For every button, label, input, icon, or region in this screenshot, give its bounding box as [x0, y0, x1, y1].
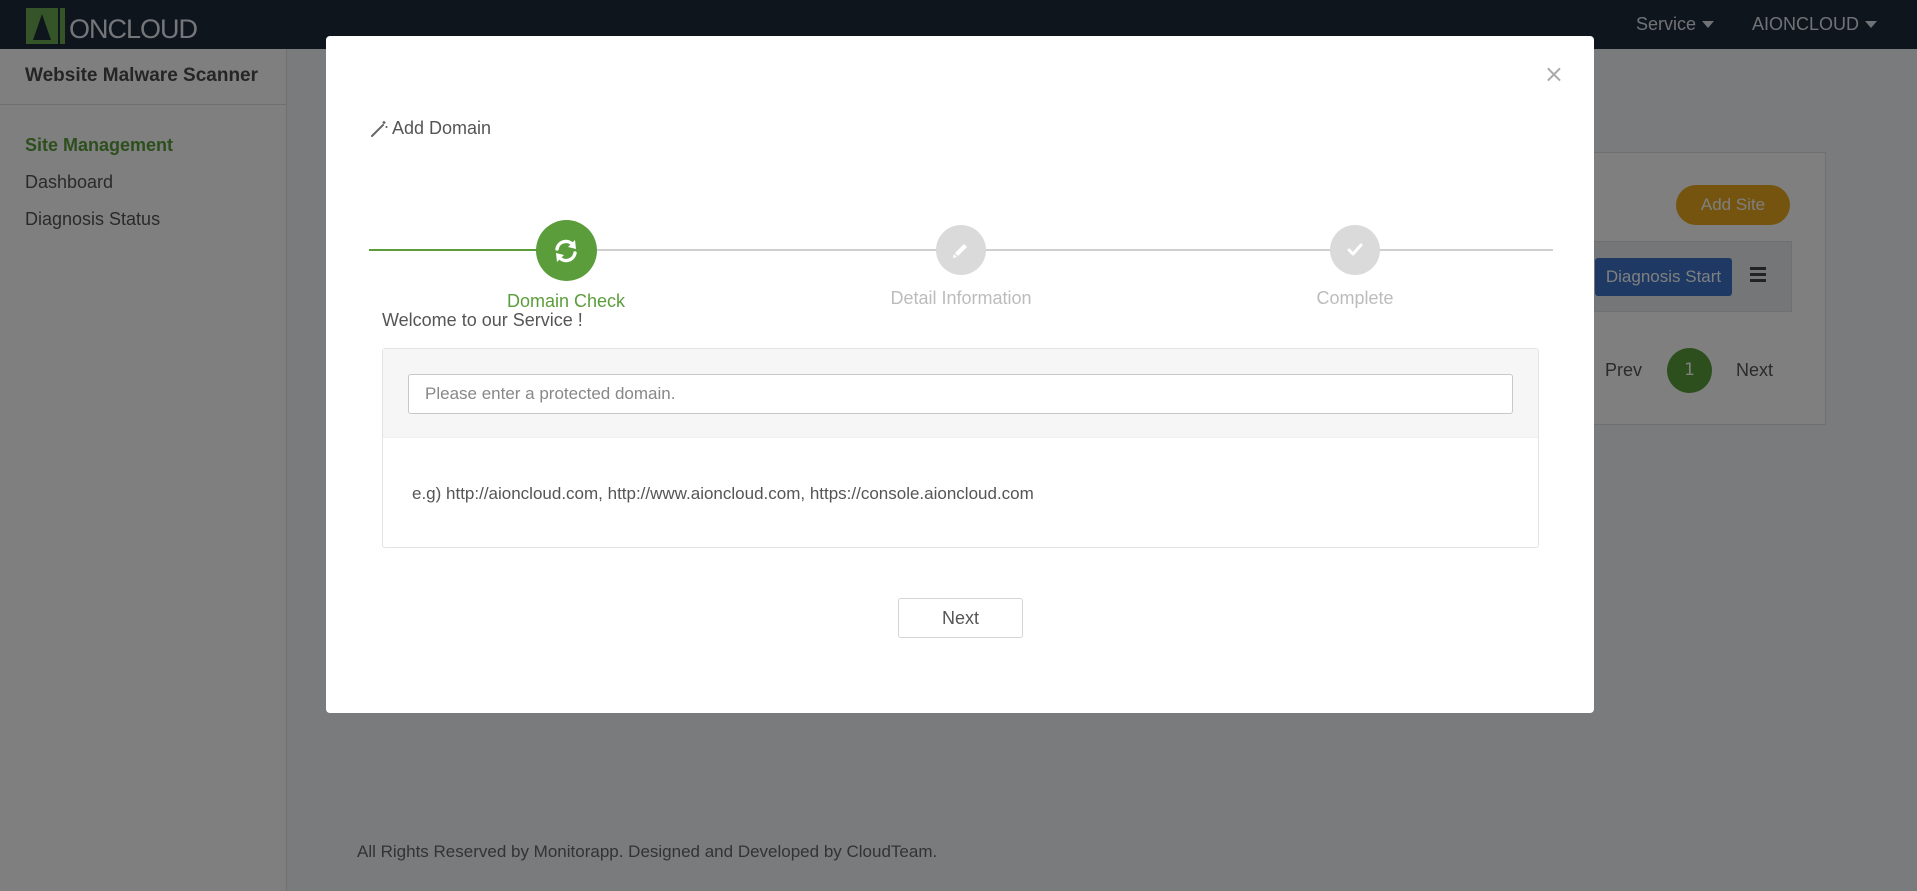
domain-input-area [383, 349, 1538, 438]
step-label: Complete [1316, 288, 1394, 308]
magic-wand-icon [371, 120, 388, 137]
pencil-icon [953, 244, 967, 258]
step-label: Detail Information [890, 288, 1032, 308]
step-circle [535, 220, 597, 281]
step-domain-check: Domain Check [456, 184, 676, 312]
domain-form-card: e.g) http://aioncloud.com, http://www.ai… [382, 348, 1539, 548]
step-circle [936, 225, 986, 275]
domain-input[interactable] [408, 374, 1513, 414]
add-domain-modal: × Add Domain Domain Check Detail Informa… [326, 36, 1594, 713]
step-label: Domain Check [506, 291, 626, 311]
domain-example-text: e.g) http://aioncloud.com, http://www.ai… [412, 484, 1034, 503]
check-icon [1347, 243, 1363, 256]
modal-title: Add Domain [370, 118, 491, 139]
close-button[interactable]: × [1544, 62, 1564, 86]
next-button[interactable]: Next [898, 598, 1023, 638]
welcome-text: Welcome to our Service ! [382, 310, 583, 330]
step-progress: Domain Check Detail Information Complete [369, 184, 1553, 311]
step-detail-information: Detail Information [851, 184, 1071, 309]
modal-title-text: Add Domain [392, 118, 492, 138]
step-circle [1330, 225, 1380, 275]
refresh-icon [555, 239, 577, 262]
step-complete: Complete [1245, 184, 1465, 309]
